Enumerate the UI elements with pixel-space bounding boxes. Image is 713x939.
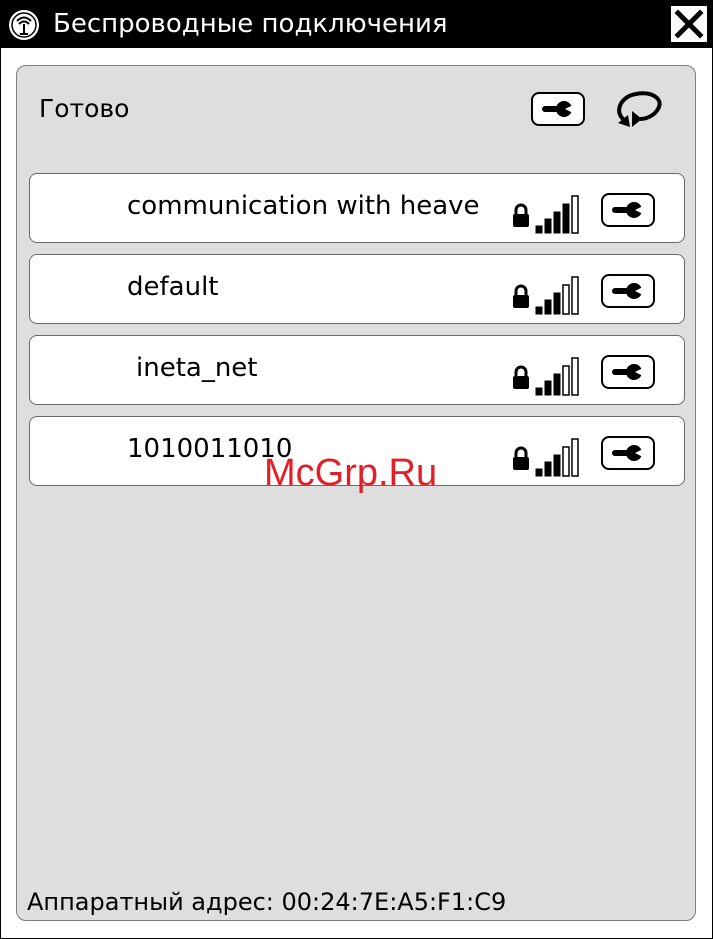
signal-strength-icon <box>535 195 579 234</box>
wrench-icon <box>612 445 645 461</box>
refresh-icon <box>617 91 662 127</box>
network-name: default <box>127 272 219 302</box>
lock-icon <box>513 446 529 470</box>
signal-strength-icon <box>535 276 579 315</box>
network-row[interactable]: default <box>29 254 685 324</box>
wrench-icon <box>612 283 645 299</box>
refresh-button[interactable] <box>611 86 669 132</box>
close-button[interactable] <box>670 5 708 43</box>
close-icon <box>674 9 704 39</box>
window-frame: Беспроводные подключения Готово communic… <box>0 0 713 939</box>
network-name: ineta_net <box>136 353 258 383</box>
wrench-icon <box>612 202 645 218</box>
title-bar: Беспроводные подключения <box>1 1 712 48</box>
lock-icon <box>513 365 529 389</box>
wrench-icon <box>542 101 575 117</box>
hardware-address: Аппаратный адрес: 00:24:7E:A5:F1:C9 <box>27 888 507 916</box>
lock-icon <box>513 203 529 227</box>
network-settings-button[interactable] <box>601 355 655 389</box>
settings-button[interactable] <box>531 92 585 126</box>
lock-icon <box>513 284 529 308</box>
wrench-icon <box>612 364 645 380</box>
network-name: communication with heave <box>127 191 480 221</box>
network-row[interactable]: ineta_net <box>29 335 685 405</box>
network-row[interactable]: communication with heave <box>29 173 685 243</box>
status-label: Готово <box>39 94 130 123</box>
network-settings-button[interactable] <box>601 436 655 470</box>
window-title: Беспроводные подключения <box>53 9 448 39</box>
watermark: McGrp.Ru <box>264 452 438 494</box>
signal-strength-icon <box>535 357 579 396</box>
network-settings-button[interactable] <box>601 193 655 227</box>
signal-strength-icon <box>535 438 579 477</box>
wireless-app-icon <box>9 10 39 40</box>
network-settings-button[interactable] <box>601 274 655 308</box>
